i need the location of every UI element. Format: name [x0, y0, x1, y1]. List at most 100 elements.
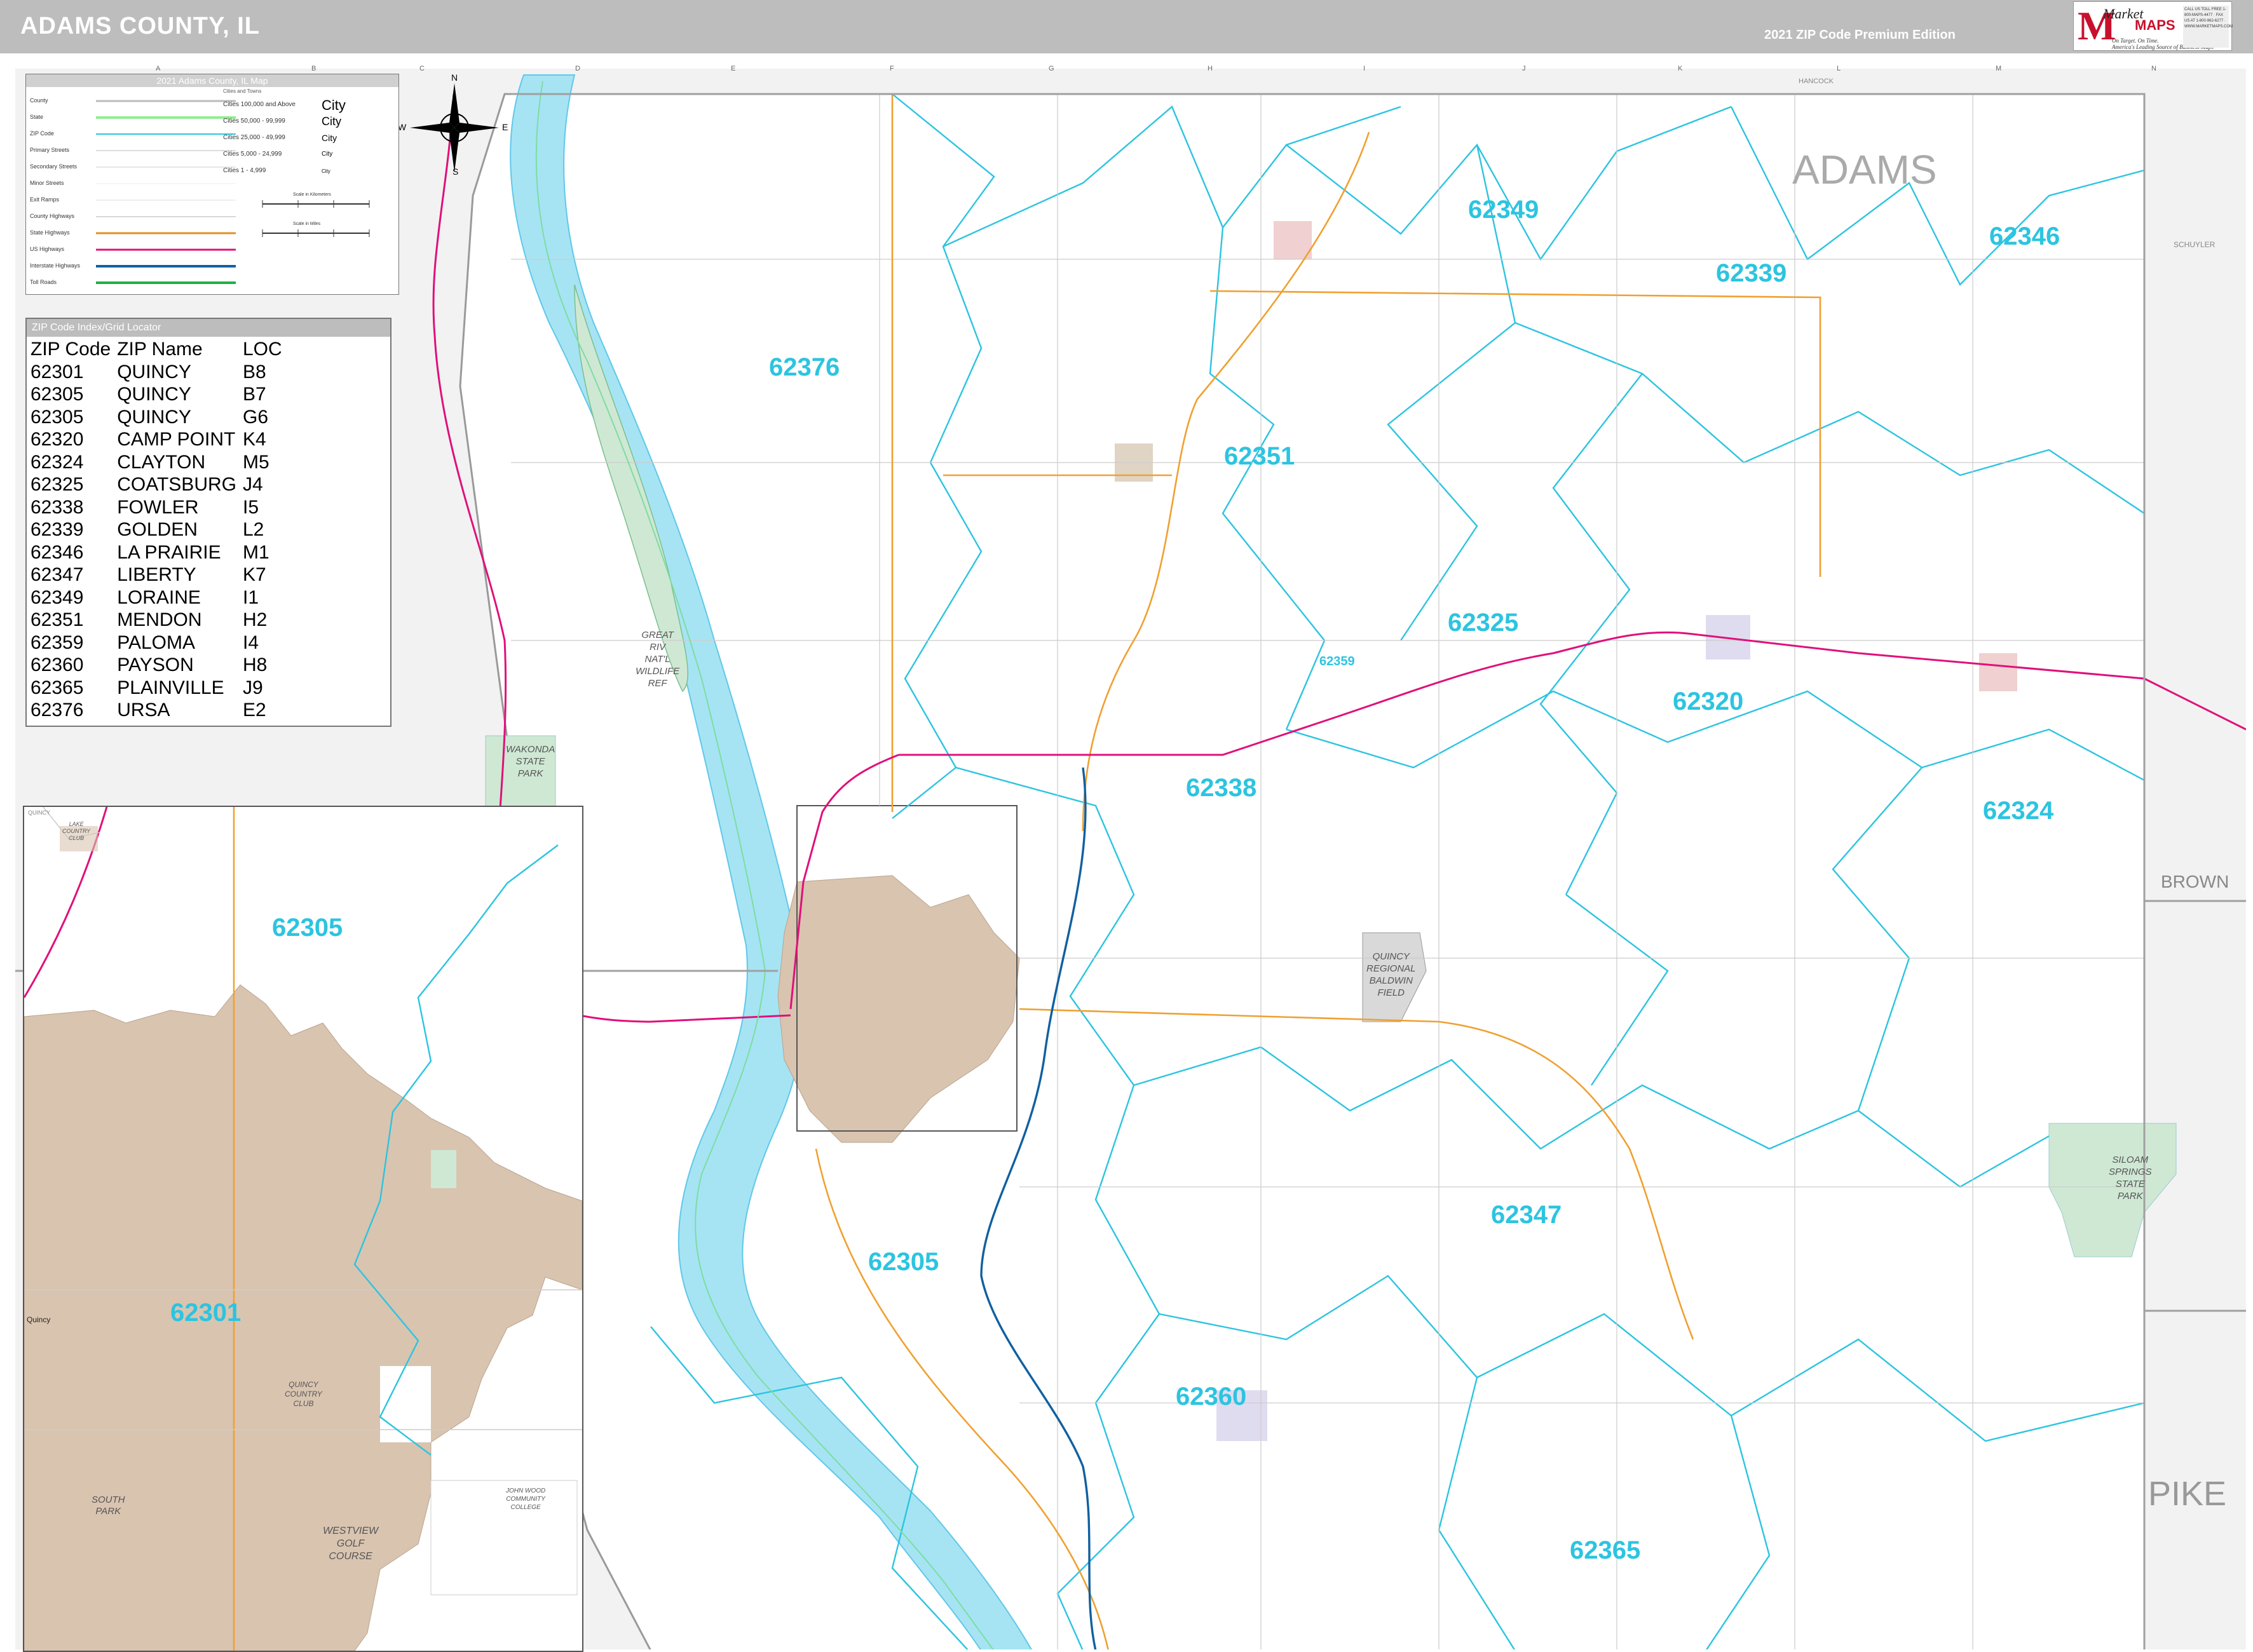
great-river-refuge-label: GREAT RIV NAT'L WILDLIFE REF [636, 630, 680, 689]
zip-index-zip-loc: B7 [242, 384, 266, 405]
zip-label-62376[interactable]: 62376 [769, 353, 840, 382]
compass-n: N [451, 72, 458, 83]
legend-city-class-3: Cities 25,000 - 49,999 [223, 134, 285, 141]
zip-index-zip-name: PALOMA [117, 632, 195, 653]
zip-label-62349[interactable]: 62349 [1468, 196, 1539, 224]
zip-label-62325[interactable]: 62325 [1448, 609, 1518, 637]
zip-index-zip-loc: H8 [242, 654, 268, 675]
loraine-town [1274, 221, 1312, 259]
legend-line-samples [96, 100, 236, 284]
grid-letter-c: C [419, 65, 425, 72]
county-label-adams: ADAMS [1792, 147, 1937, 193]
legend-us-hwy: US Highways [30, 246, 65, 252]
clayton-town [1979, 653, 2017, 691]
zip-label-62324[interactable]: 62324 [1983, 797, 2053, 825]
zip-index-zip-name: QUINCY [117, 361, 191, 383]
legend-toll: Toll Roads [30, 279, 57, 285]
grid-letter-d: D [575, 65, 580, 72]
zip-index-zip-name: FOWLER [117, 496, 199, 518]
logo-maps-text: MAPS [2135, 17, 2175, 33]
zip-index-row: 62346 LA PRAIRIE M1 [29, 541, 287, 564]
zip-index-zip-name: MENDON [117, 609, 202, 630]
grid-letter-n: N [2151, 65, 2156, 72]
zip-index-zip-loc: I4 [242, 632, 259, 653]
legend-zip: ZIP Code [30, 130, 54, 137]
inset-zip-62301[interactable]: 62301 [170, 1299, 241, 1327]
zip-index-zip-loc: J9 [242, 677, 263, 698]
zip-index-zip-loc: L2 [242, 519, 264, 540]
zip-index-row: 62325 COATSBURG J4 [29, 473, 287, 496]
zip-index-zip-loc: E2 [242, 700, 266, 721]
logo-tagline-1: On Target. On Time. [2112, 37, 2159, 44]
legend-exit-ramps: Exit Ramps [30, 196, 60, 203]
inset-lake-country-club: LAKE COUNTRY CLUB [62, 821, 91, 841]
grid-letter-i: I [1363, 65, 1366, 72]
zip-index-zip-loc: I1 [242, 586, 259, 608]
zip-index-zip-name: LIBERTY [117, 564, 196, 585]
zip-index-zip-loc: H2 [242, 609, 268, 630]
zip-index-zip-code: 62301 [31, 361, 84, 383]
zip-index-zip-name: CLAYTON [117, 451, 206, 473]
grid-letter-e: E [731, 65, 736, 72]
zip-label-62359[interactable]: 62359 [1319, 654, 1355, 669]
zip-index-zip-loc: K4 [242, 429, 266, 450]
grid-letter-h: H [1208, 65, 1213, 72]
zip-index-zip-loc: K7 [242, 564, 266, 585]
zip-index-row: 62339 GOLDEN L2 [29, 518, 287, 541]
legend-state: State [30, 114, 44, 120]
zip-index-zip-loc: M5 [242, 451, 269, 473]
zip-index-row: 62360 PAYSON H8 [29, 654, 287, 677]
inset-quincy-country-club: QUINCY COUNTRY CLUB [285, 1380, 322, 1408]
zip-index-header-loc: LOC [242, 339, 282, 360]
grid-letter-m: M [1996, 65, 2002, 72]
legend-title: 2021 Adams County, IL Map [26, 74, 398, 87]
legend-city-sample-4: City [322, 151, 333, 158]
grid-letter-f: F [890, 65, 894, 72]
market-maps-logo[interactable]: M Market MAPS On Target. On Time. America… [2073, 1, 2233, 51]
inset-zip-62305[interactable]: 62305 [272, 914, 343, 942]
scale-bar-km [262, 200, 370, 208]
map-title: ADAMS COUNTY, IL [20, 13, 260, 39]
zip-index-zip-loc: J4 [242, 474, 263, 495]
zip-index-zip-name: COATSBURG [117, 474, 236, 495]
zip-label-62305[interactable]: 62305 [868, 1248, 939, 1276]
zip-index-zip-code: 62360 [31, 654, 84, 675]
zip-label-62365[interactable]: 62365 [1570, 1536, 1640, 1565]
zip-index-row: 62349 LORAINE I1 [29, 586, 287, 609]
compass-e: E [502, 122, 508, 132]
zip-label-62339[interactable]: 62339 [1716, 259, 1787, 288]
zip-index-zip-name: QUINCY [117, 384, 191, 405]
quincy-inset-map[interactable]: QUINCY 62305 62301 LAKE COUNTRY CLUB QUI… [23, 806, 583, 1652]
zip-label-62338[interactable]: 62338 [1186, 774, 1256, 802]
legend-city-sample-2: City [322, 115, 341, 128]
zip-label-62346[interactable]: 62346 [1989, 222, 2060, 251]
zip-label-62351[interactable]: 62351 [1224, 442, 1295, 471]
zip-index-panel: ZIP Code Index/Grid Locator ZIP Code ZIP… [25, 318, 391, 727]
zip-index-zip-code: 62359 [31, 632, 84, 653]
logo-contact-box: CALL US TOLL FREE 1-800-MAPS-4477 · FAX … [2183, 6, 2233, 48]
inset-quincy-town: Quincy [27, 1315, 51, 1324]
inset-john-wood-college: JOHN WOOD COMMUNITY COLLEGE [506, 1487, 546, 1511]
zip-index-row: 62365 PLAINVILLE J9 [29, 677, 287, 700]
zip-index-zip-name: GOLDEN [117, 519, 198, 540]
zip-index-header-code: ZIP Code [31, 339, 111, 360]
zip-label-62347[interactable]: 62347 [1491, 1201, 1562, 1229]
zip-index-zip-code: 62305 [31, 384, 84, 405]
zip-index-zip-code: 62376 [31, 700, 84, 721]
legend-city-sample-5: City [322, 168, 330, 174]
zip-index-zip-name: URSA [117, 700, 170, 721]
zip-label-62360[interactable]: 62360 [1176, 1383, 1246, 1411]
legend-secondary: Secondary Streets [30, 163, 78, 170]
grid-letter-b: B [311, 65, 317, 72]
siloam-park-label: SILOAM SPRINGS STATE PARK [2109, 1154, 2152, 1202]
legend-city-sample-1: City [322, 97, 346, 113]
compass-rose [410, 83, 499, 172]
zip-index-zip-code: 62351 [31, 609, 84, 630]
zip-index-row: 62347 LIBERTY K7 [29, 564, 287, 586]
zip-label-62320[interactable]: 62320 [1673, 687, 1743, 716]
zip-index-row: 62305 QUINCY B7 [29, 383, 287, 406]
compass-s: S [453, 166, 459, 177]
legend-city-sample-3: City [322, 133, 337, 143]
legend-scale-mi-label: Scale in Miles [293, 222, 321, 226]
grid-letter-l: L [1837, 65, 1841, 72]
